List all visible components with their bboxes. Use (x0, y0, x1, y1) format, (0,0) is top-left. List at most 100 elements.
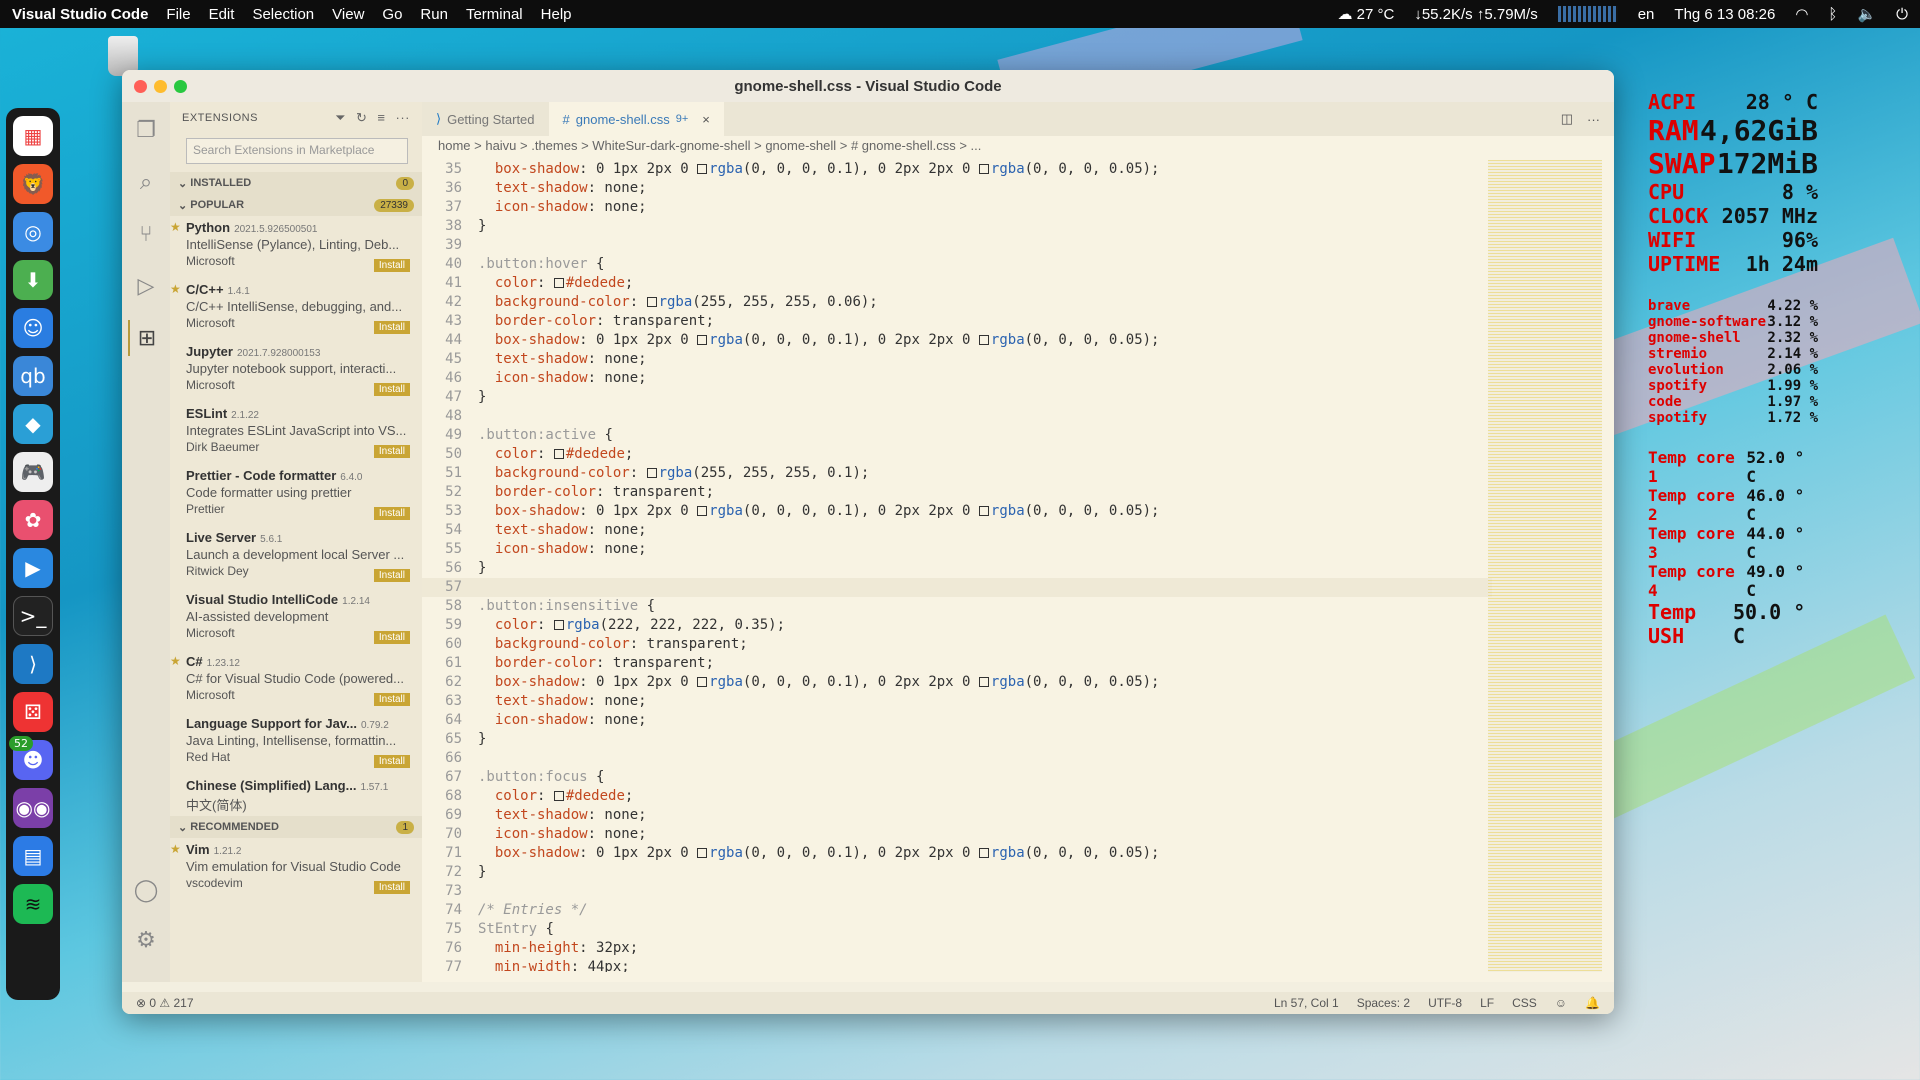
extension-item[interactable]: ★ C# 1.23.12 C# for Visual Studio Code (pow… (170, 650, 422, 712)
code-line[interactable]: 76 min-height: 32px; (422, 939, 1492, 958)
tab-gnome-shell-css[interactable]: # gnome-shell.css 9+ × (548, 102, 724, 136)
problems-indicator[interactable]: ⊗ 0 ⚠ 217 (136, 996, 194, 1010)
owl-icon[interactable]: ◉◉ (13, 788, 53, 828)
extension-item[interactable]: Visual Studio IntelliCode 1.2.14 AI-assist… (170, 588, 422, 650)
code-line[interactable]: 67 .button:focus { (422, 768, 1492, 787)
code-line[interactable]: 46 icon-shadow: none; (422, 369, 1492, 388)
code-line[interactable]: 72} (422, 863, 1492, 882)
code-line[interactable]: 57 (422, 578, 1492, 597)
code-line[interactable]: 49 .button:active { (422, 426, 1492, 445)
code-line[interactable]: 56} (422, 559, 1492, 578)
code-line[interactable]: 70 icon-shadow: none; (422, 825, 1492, 844)
extension-item[interactable]: Prettier - Code formatter 6.4.0 Code forma… (170, 464, 422, 526)
maximize-window-button[interactable] (174, 80, 187, 93)
notifications-bell-icon[interactable]: 🔔 (1585, 996, 1600, 1010)
code-line[interactable]: 63 text-shadow: none; (422, 692, 1492, 711)
spotify-icon[interactable]: ≋ (13, 884, 53, 924)
discord-icon[interactable]: 52 ☻ (9, 736, 53, 780)
code-line[interactable]: 45 text-shadow: none; (422, 350, 1492, 369)
minimize-window-button[interactable] (154, 80, 167, 93)
encoding[interactable]: UTF-8 (1428, 996, 1462, 1010)
code-line[interactable]: 54 text-shadow: none; (422, 521, 1492, 540)
code-line[interactable]: 59 color: rgba(222, 222, 222, 0.35); (422, 616, 1492, 635)
code-editor[interactable]: 35 box-shadow: 0 1px 2px 0 rgba(0, 0, 0,… (422, 160, 1492, 972)
language-indicator[interactable]: en (1638, 6, 1655, 23)
minimap[interactable] (1488, 160, 1602, 972)
code-line[interactable]: 40 .button:hover { (422, 255, 1492, 274)
code-line[interactable]: 62 box-shadow: 0 1px 2px 0 rgba(0, 0, 0,… (422, 673, 1492, 692)
end-of-line[interactable]: LF (1480, 996, 1494, 1010)
network-speed[interactable]: ↓55.2K/s ↑5.79M/s (1414, 6, 1537, 23)
run-debug-icon[interactable]: ▷ (128, 268, 164, 304)
menu-go[interactable]: Go (382, 6, 402, 23)
close-window-button[interactable] (134, 80, 147, 93)
code-line[interactable]: 42 background-color: rgba(255, 255, 255,… (422, 293, 1492, 312)
terminal-icon[interactable]: >_ (13, 596, 53, 636)
extension-item[interactable]: ★ Python 2021.5.926500501 IntelliSense (Pyl… (170, 216, 422, 278)
menu-run[interactable]: Run (420, 6, 448, 23)
extension-item[interactable]: Live Server 5.6.1 Launch a development loc… (170, 526, 422, 588)
code-line[interactable]: 77 min-width: 44px; (422, 958, 1492, 972)
code-line[interactable]: 53 box-shadow: 0 1px 2px 0 rgba(0, 0, 0,… (422, 502, 1492, 521)
code-line[interactable]: 48 (422, 407, 1492, 426)
menu-selection[interactable]: Selection (252, 6, 314, 23)
breadcrumb[interactable]: home > haivu > .themes > WhiteSur-dark-g… (422, 136, 1614, 158)
indentation[interactable]: Spaces: 2 (1357, 996, 1410, 1010)
extension-search-input[interactable]: Search Extensions in Marketplace (186, 138, 408, 164)
install-button[interactable]: Install (373, 693, 410, 706)
install-button[interactable]: Install (373, 445, 410, 458)
code-line[interactable]: 65} (422, 730, 1492, 749)
install-button[interactable]: Install (373, 569, 410, 582)
code-line[interactable]: 61 border-color: transparent; (422, 654, 1492, 673)
refresh-icon[interactable]: ↻ (356, 110, 367, 126)
menu-terminal[interactable]: Terminal (466, 6, 523, 23)
code-line[interactable]: 44 box-shadow: 0 1px 2px 0 rgba(0, 0, 0,… (422, 331, 1492, 350)
download-icon[interactable]: ⬇ (13, 260, 53, 300)
chrome-icon[interactable]: ◎ (13, 212, 53, 252)
volume-icon[interactable]: 🔈 (1857, 5, 1876, 23)
code-line[interactable]: 39 (422, 236, 1492, 255)
section-installed[interactable]: ⌄ INSTALLED 0 (170, 172, 422, 194)
wifi-icon[interactable]: ◠ (1795, 5, 1808, 23)
vscode-icon[interactable]: ⟩ (13, 644, 53, 684)
menu-edit[interactable]: Edit (209, 6, 235, 23)
close-tab-icon[interactable]: × (702, 112, 710, 127)
code-line[interactable]: 43 border-color: transparent; (422, 312, 1492, 331)
code-line[interactable]: 36 text-shadow: none; (422, 179, 1492, 198)
account-icon[interactable]: ◯ (128, 872, 164, 908)
code-line[interactable]: 71 box-shadow: 0 1px 2px 0 rgba(0, 0, 0,… (422, 844, 1492, 863)
source-control-icon[interactable]: ⑂ (128, 216, 164, 252)
kodi-icon[interactable]: ◆ (13, 404, 53, 444)
install-button[interactable]: Install (373, 881, 410, 894)
code-line[interactable]: 60 background-color: transparent; (422, 635, 1492, 654)
code-line[interactable]: 50 color: #dedede; (422, 445, 1492, 464)
more-actions-icon[interactable]: ··· (1587, 112, 1600, 127)
code-line[interactable]: 55 icon-shadow: none; (422, 540, 1492, 559)
extension-item[interactable]: Language Support for Jav... 0.79.2 Java Li… (170, 712, 422, 774)
code-line[interactable]: 51 background-color: rgba(255, 255, 255,… (422, 464, 1492, 483)
extension-item[interactable]: Chinese (Simplified) Lang... 1.57.1 中文(简体)… (170, 774, 422, 816)
install-button[interactable]: Install (373, 631, 410, 644)
extension-item-vim[interactable]: ★ Vim 1.21.2 Vim emulation for Visual Stu… (170, 838, 422, 900)
extension-item[interactable]: ESLint 2.1.22 Integrates ESLint JavaScript… (170, 402, 422, 464)
power-icon[interactable]: ⏻ (1896, 6, 1908, 23)
code-line[interactable]: 74 /* Entries */ (422, 901, 1492, 920)
code-line[interactable]: 64 icon-shadow: none; (422, 711, 1492, 730)
code-line[interactable]: 69 text-shadow: none; (422, 806, 1492, 825)
app-grid-icon[interactable]: ▦ (13, 116, 53, 156)
tab-getting-started[interactable]: ⟩ Getting Started (422, 102, 549, 136)
install-button[interactable]: Install (373, 383, 410, 396)
filter-icon[interactable]: ⏷ (335, 110, 346, 126)
code-line[interactable]: 75 StEntry { (422, 920, 1492, 939)
code-line[interactable]: 68 color: #dedede; (422, 787, 1492, 806)
finder-icon[interactable]: ☺ (13, 308, 53, 348)
extension-item[interactable]: Jupyter 2021.7.928000153 Jupyter notebook … (170, 340, 422, 402)
install-button[interactable]: Install (373, 507, 410, 520)
clear-icon[interactable]: ≡ (377, 110, 385, 126)
explorer-icon[interactable]: ❐ (128, 112, 164, 148)
install-button[interactable]: Install (373, 259, 410, 272)
app-name[interactable]: Visual Studio Code (12, 6, 148, 23)
code-line[interactable]: 66 (422, 749, 1492, 768)
dice-icon[interactable]: ⚄ (13, 692, 53, 732)
menu-file[interactable]: File (166, 6, 190, 23)
